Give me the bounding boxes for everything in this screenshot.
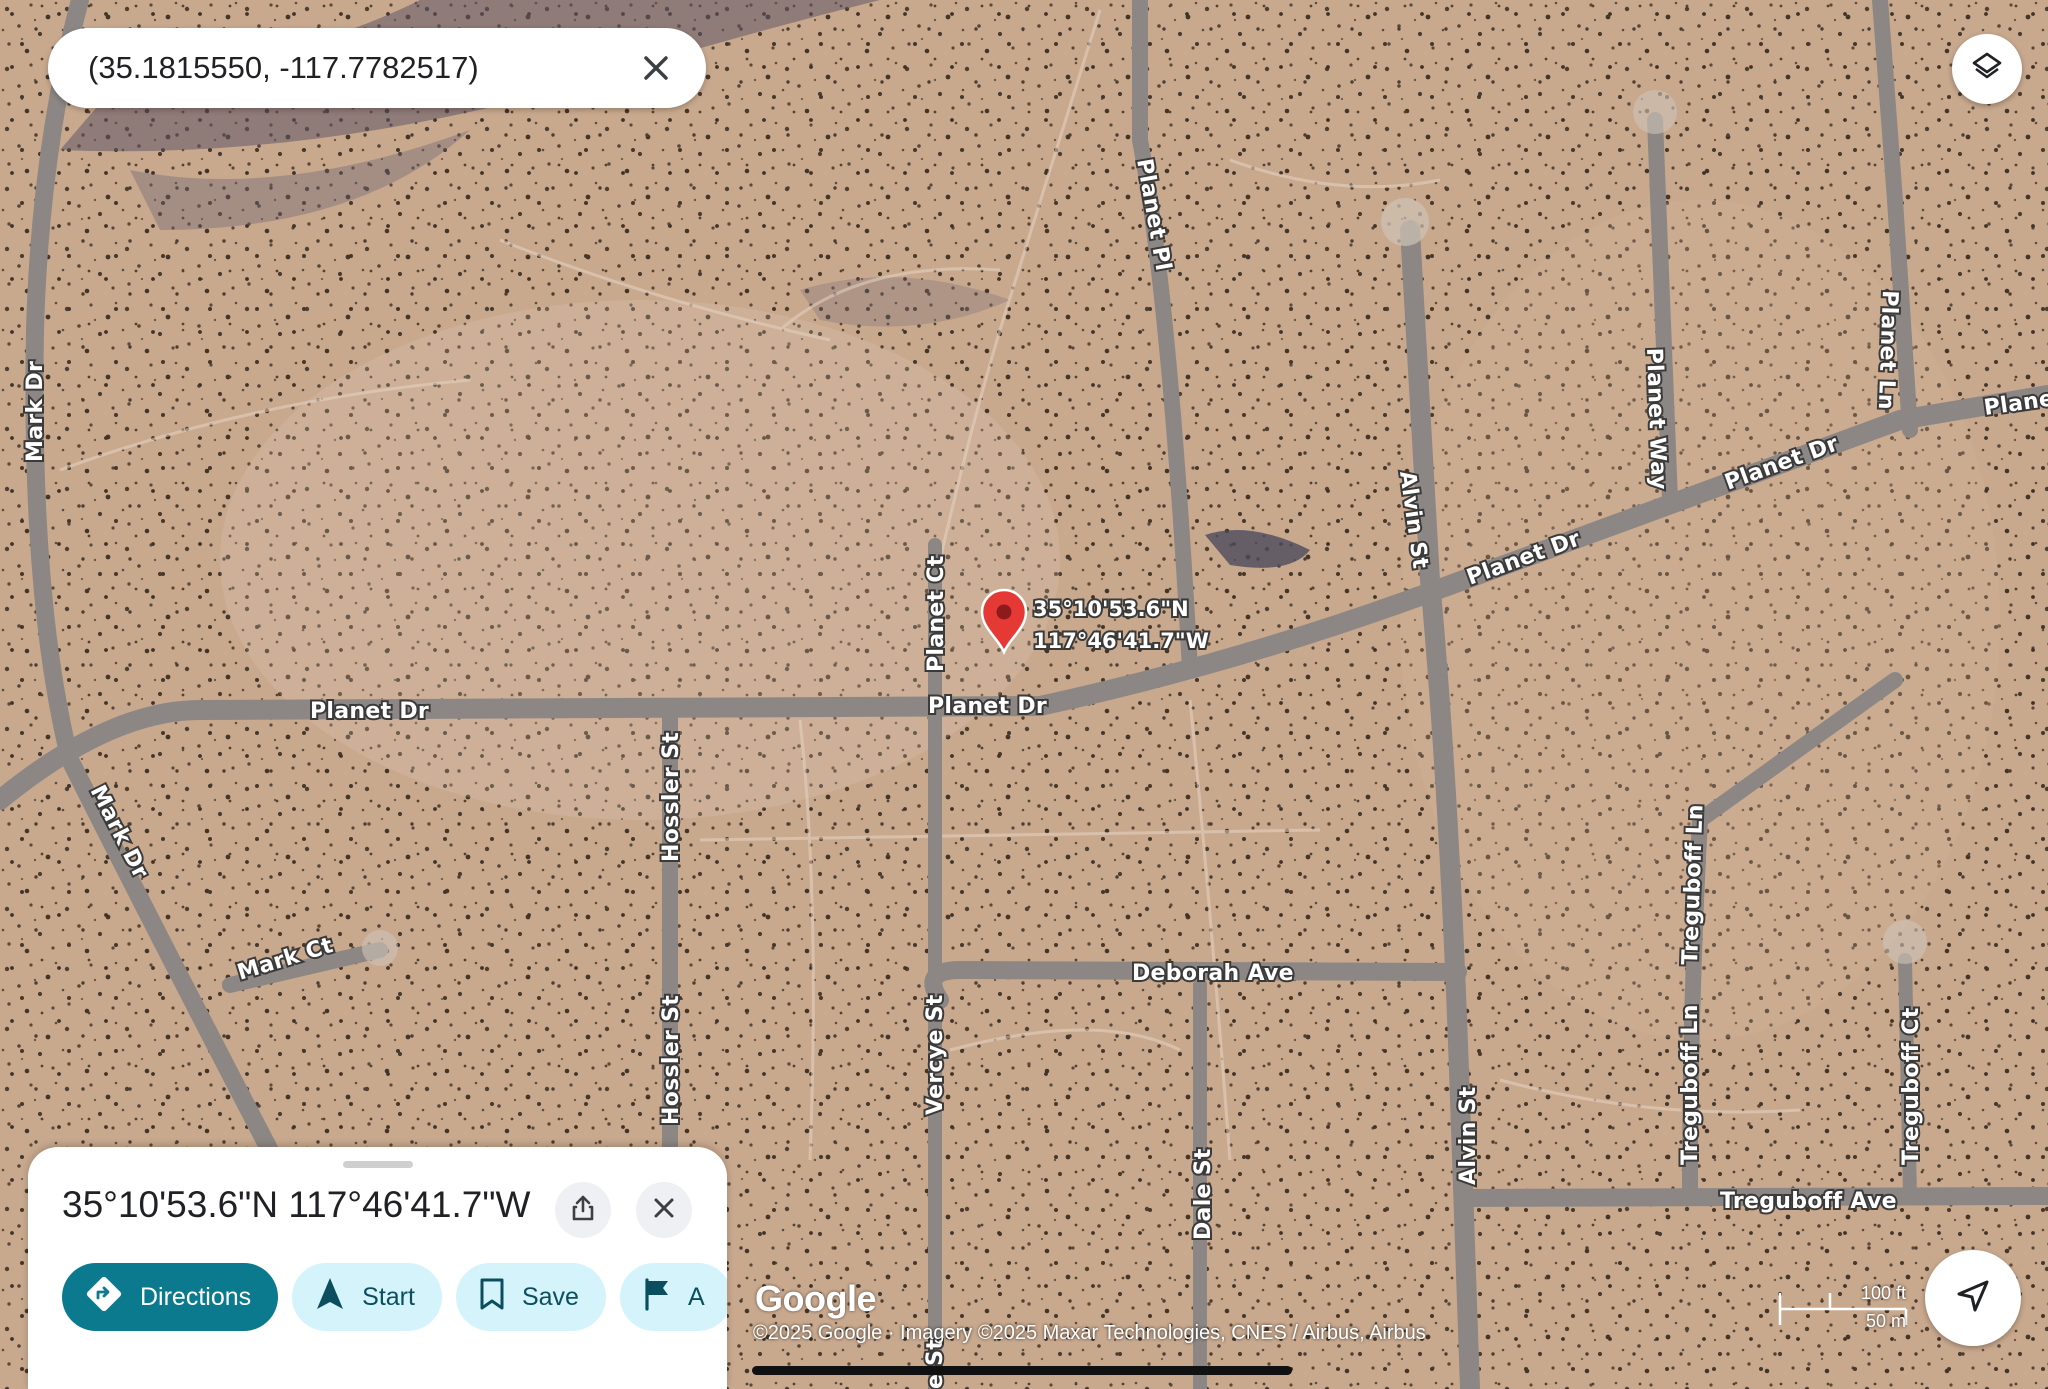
sheet-drag-handle[interactable]: [343, 1161, 413, 1168]
road-label-vercye-st-bottom: e St: [923, 1339, 948, 1389]
road-label-planet-ln: Planet Ln: [1873, 290, 1902, 410]
bookmark-icon: [478, 1277, 522, 1318]
search-bar[interactable]: (35.1815550, -117.7782517): [48, 28, 706, 108]
road-label-hossler-st-north: Hossler St: [659, 732, 684, 862]
map-scale: 100 ft 50 m: [1778, 1283, 1910, 1333]
close-icon: [653, 1197, 675, 1224]
flag-icon: [642, 1277, 688, 1318]
road-label-treguboff-ct: Treguboff Ct: [1899, 1007, 1924, 1165]
sheet-close-button[interactable]: [636, 1182, 692, 1238]
road-label-alvin-st-south: Alvin St: [1456, 1086, 1481, 1185]
layers-icon: [1970, 50, 2004, 89]
share-button[interactable]: [555, 1182, 611, 1238]
google-logo: Google: [755, 1278, 877, 1319]
road-label-planet-dr-center: Planet Dr: [928, 694, 1047, 719]
start-button[interactable]: Start: [292, 1263, 442, 1331]
directions-icon: [84, 1274, 140, 1321]
search-query[interactable]: (35.1815550, -117.7782517): [88, 50, 626, 86]
save-button[interactable]: Save: [455, 1263, 606, 1331]
my-location-button[interactable]: [1925, 1250, 2021, 1346]
road-label-planet-way: Planet Way: [1641, 347, 1671, 490]
label-button-label: A: [687, 1282, 705, 1311]
road-label-treguboff-ln-south: Treguboff Ln: [1678, 1004, 1703, 1165]
save-label: Save: [521, 1282, 579, 1311]
place-title: 35°10'53.6"N 117°46'41.7"W: [62, 1184, 531, 1225]
layers-button[interactable]: [1952, 34, 2022, 104]
my-location-icon: [1954, 1277, 1992, 1320]
action-chips: Directions Start Save A: [62, 1263, 727, 1333]
road-label-planet-ct: Planet Ct: [924, 555, 949, 672]
directions-label: Directions: [140, 1282, 252, 1311]
share-icon: [570, 1194, 596, 1227]
start-label: Start: [362, 1282, 415, 1311]
directions-button[interactable]: Directions: [62, 1263, 279, 1331]
close-icon[interactable]: [626, 38, 686, 98]
place-sheet[interactable]: 35°10'53.6"N 117°46'41.7"W Directions St…: [28, 1147, 727, 1389]
road-label-dale-st: Dale St: [1191, 1148, 1216, 1240]
road-label-mark-dr-north: Mark Dr: [23, 361, 48, 462]
pin-latitude-label: 35°10'53.6"N: [1033, 597, 1189, 621]
navigation-arrow-icon: [314, 1276, 362, 1319]
pin-longitude-label: 117°46'41.7"W: [1033, 629, 1209, 653]
scale-metric: 50 m: [1865, 1311, 1906, 1331]
road-label-vercye-st: Vercye St: [923, 994, 948, 1115]
road-label-planet-dr-west: Planet Dr: [310, 699, 429, 724]
road-label-hossler-st-south: Hossler St: [659, 995, 684, 1125]
label-button[interactable]: A: [619, 1263, 727, 1331]
map-attribution[interactable]: ©2025 Google · Imagery ©2025 Maxar Techn…: [753, 1322, 1426, 1345]
road-label-treguboff-ave: Treguboff Ave: [1720, 1189, 1897, 1214]
scale-imperial: 100 ft: [1860, 1283, 1906, 1303]
home-indicator[interactable]: [752, 1366, 1292, 1375]
road-label-deborah-ave: Deborah Ave: [1132, 961, 1294, 986]
